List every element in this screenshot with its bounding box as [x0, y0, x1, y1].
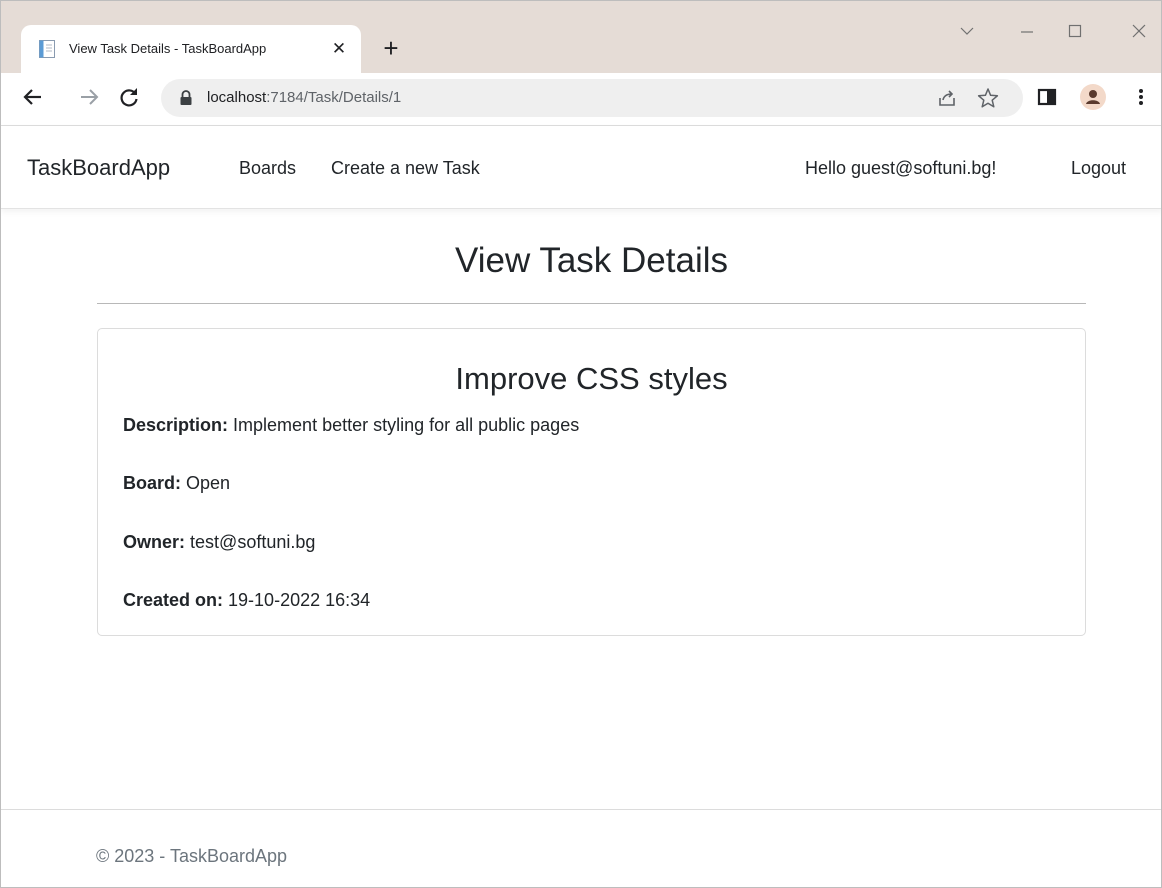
close-icon[interactable] — [1119, 19, 1159, 43]
page-title: View Task Details — [455, 241, 728, 280]
nav-create-task-link[interactable]: Create a new Task — [331, 157, 480, 179]
title-divider — [97, 303, 1086, 304]
owner-label: Owner: — [123, 532, 186, 552]
kebab-menu-icon[interactable] — [1129, 85, 1153, 109]
url-path: :7184/Task/Details/1 — [266, 89, 402, 106]
created-label: Created on: — [123, 590, 224, 610]
tab-close-icon[interactable]: ✕ — [329, 39, 349, 59]
new-tab-button[interactable]: + — [377, 35, 405, 63]
menu-chevron-icon[interactable] — [947, 19, 987, 43]
description-label: Description: — [123, 415, 229, 435]
avatar-icon[interactable] — [1079, 83, 1107, 111]
forward-arrow-icon[interactable] — [77, 85, 101, 109]
url-text[interactable]: localhost:7184/Task/Details/1 — [207, 89, 401, 107]
tab-title: View Task Details - TaskBoardApp — [69, 41, 267, 56]
browser-window: View Task Details - TaskBoardApp ✕ + loc… — [0, 0, 1162, 888]
minimize-icon[interactable] — [1007, 19, 1047, 43]
browser-toolbar: localhost:7184/Task/Details/1 — [1, 73, 1161, 126]
task-owner: Owner: test@softuni.bg — [123, 530, 315, 554]
task-board: Board: Open — [123, 471, 230, 495]
created-value: 19-10-2022 16:34 — [228, 590, 371, 610]
address-bar[interactable]: localhost:7184/Task/Details/1 — [161, 79, 1023, 117]
browser-tab[interactable]: View Task Details - TaskBoardApp ✕ — [21, 25, 361, 73]
reload-icon[interactable] — [117, 85, 141, 109]
url-host: localhost — [207, 89, 267, 106]
side-panel-icon[interactable] — [1035, 85, 1059, 109]
board-label: Board: — [123, 473, 181, 493]
task-description: Description: Implement better styling fo… — [123, 413, 579, 437]
lock-icon[interactable] — [179, 90, 193, 106]
task-details-card: Improve CSS styles Description: Implemen… — [97, 328, 1086, 636]
logout-button[interactable]: Logout — [1071, 157, 1126, 179]
document-icon — [39, 40, 55, 58]
board-value: Open — [186, 473, 231, 493]
owner-value: test@softuni.bg — [190, 532, 316, 552]
back-arrow-icon[interactable] — [21, 85, 45, 109]
user-greeting-link[interactable]: Hello guest@softuni.bg! — [805, 157, 996, 179]
task-title: Improve CSS styles — [455, 361, 728, 396]
tab-strip: View Task Details - TaskBoardApp ✕ + — [1, 1, 1161, 73]
star-icon[interactable] — [977, 87, 999, 109]
footer-copyright: © 2023 - TaskBoardApp — [96, 846, 288, 866]
nav-boards-link[interactable]: Boards — [239, 157, 296, 179]
page-footer: © 2023 - TaskBoardApp — [1, 809, 1161, 887]
task-created-on: Created on: 19-10-2022 16:34 — [123, 588, 370, 612]
brand-link[interactable]: TaskBoardApp — [27, 154, 170, 182]
maximize-icon[interactable] — [1055, 19, 1095, 43]
share-icon[interactable] — [937, 88, 957, 108]
app-navbar: TaskBoardApp Boards Create a new Task He… — [1, 126, 1161, 209]
description-value: Implement better styling for all public … — [233, 415, 580, 435]
